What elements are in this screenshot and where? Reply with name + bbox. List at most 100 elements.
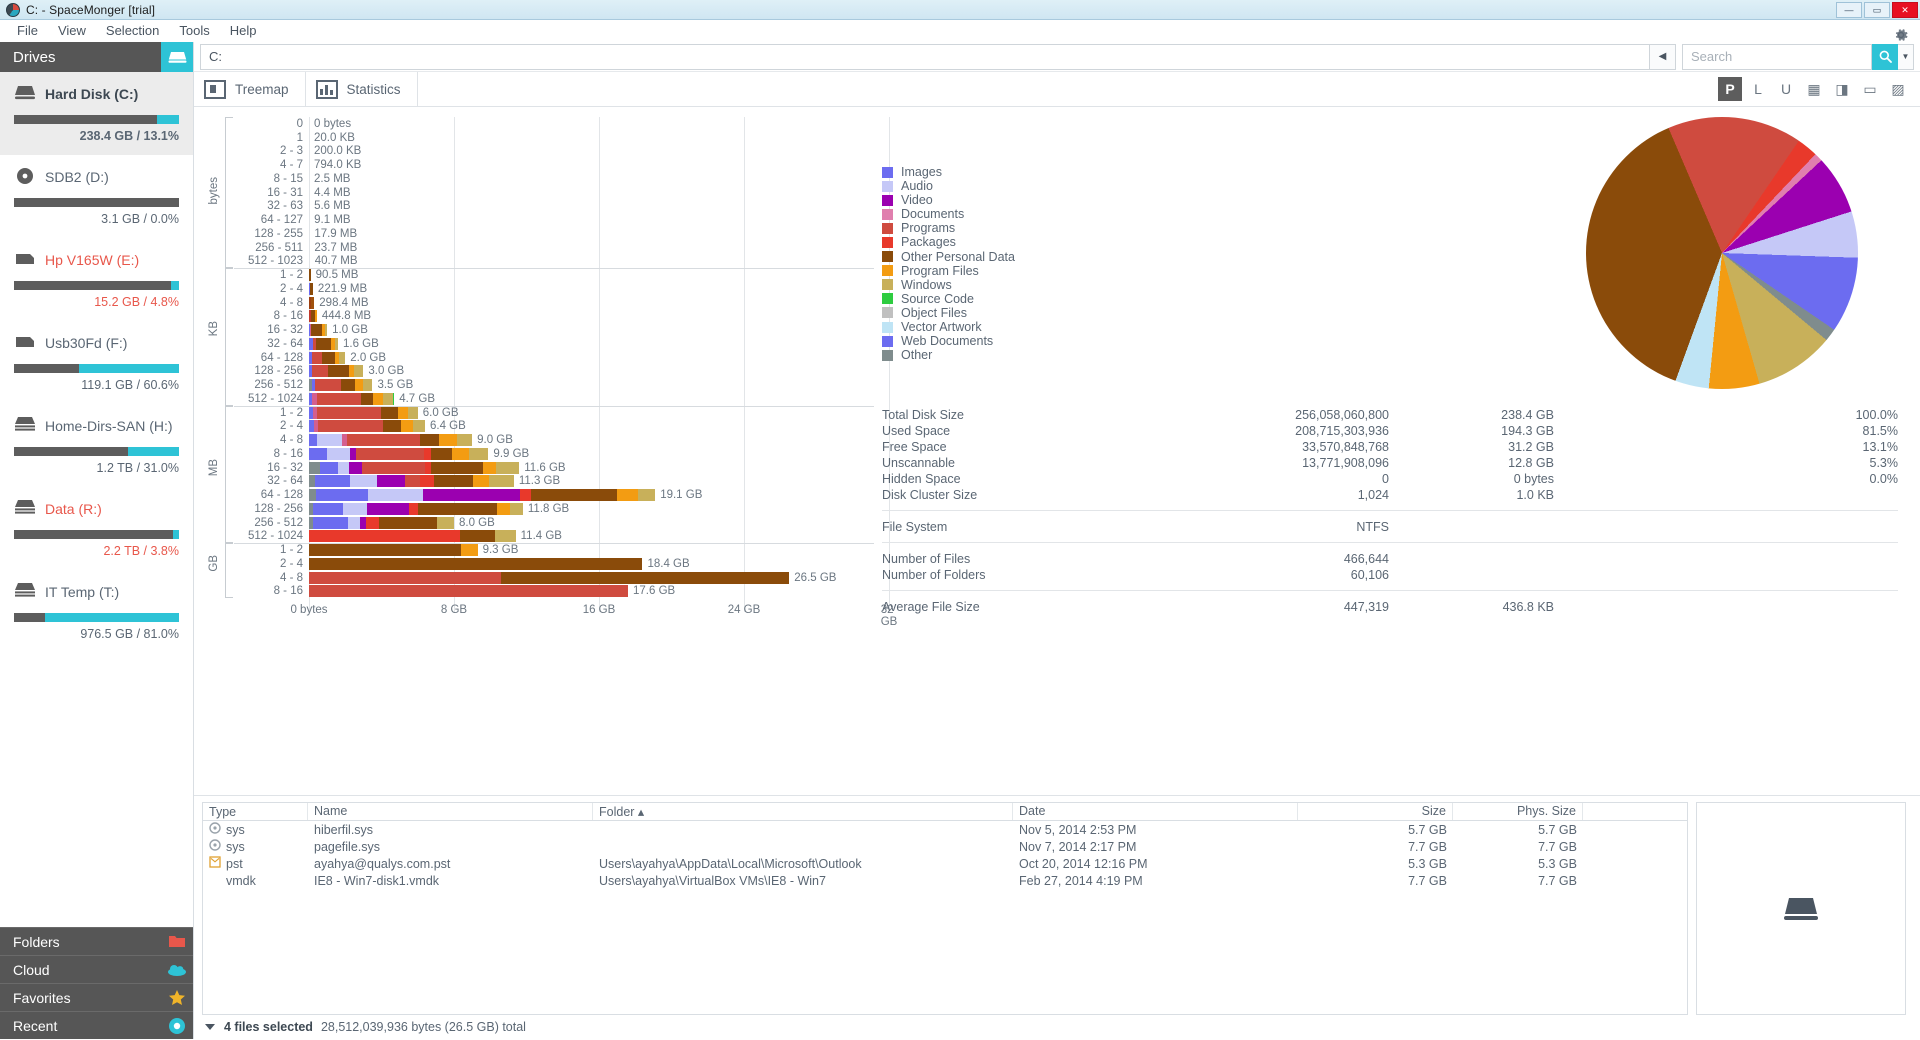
drives-panel-header[interactable]: Drives: [0, 42, 193, 72]
list-view-button[interactable]: L: [1746, 77, 1770, 101]
panel-toggle-button[interactable]: ▭: [1858, 77, 1882, 101]
histogram-row[interactable]: 64 - 1279.1 MB: [234, 213, 874, 227]
file-column-header-folder[interactable]: Folder ▴: [593, 803, 1013, 820]
histogram-row[interactable]: 256 - 5123.5 GB: [234, 378, 874, 392]
menu-item-tools[interactable]: Tools: [170, 20, 218, 41]
grid-view-button[interactable]: ▦: [1802, 77, 1826, 101]
legend-item[interactable]: Object Files: [882, 306, 1015, 320]
histogram-row[interactable]: 8 - 169.9 GB: [234, 447, 874, 461]
legend-item[interactable]: Documents: [882, 207, 1015, 221]
histogram-row[interactable]: 256 - 5128.0 GB: [234, 516, 874, 530]
histogram-row-value: 19.1 GB: [660, 489, 702, 501]
legend-item[interactable]: Source Code: [882, 292, 1015, 306]
histogram-row[interactable]: 64 - 12819.1 GB: [234, 488, 874, 502]
table-row[interactable]: syspagefile.sysNov 7, 2014 2:17 PM7.7 GB…: [203, 838, 1687, 855]
legend-item[interactable]: Video: [882, 193, 1015, 207]
sidebar-section-recent[interactable]: Recent: [0, 1011, 193, 1039]
drive-item-data-r-[interactable]: Data (R:)2.2 TB / 3.8%: [0, 487, 193, 570]
histogram-group-brace: [225, 268, 233, 406]
menu-item-selection[interactable]: Selection: [97, 20, 168, 41]
histogram-row[interactable]: 2 - 418.4 GB: [234, 557, 874, 571]
legend-item[interactable]: Images: [882, 165, 1015, 179]
histogram-row[interactable]: 128 - 25611.8 GB: [234, 502, 874, 516]
sidebar-section-folders[interactable]: Folders: [0, 927, 193, 955]
histogram-row[interactable]: 1 - 290.5 MB: [234, 268, 874, 282]
file-column-header-physsize[interactable]: Phys. Size: [1453, 803, 1583, 820]
histogram-row[interactable]: 2 - 3200.0 KB: [234, 145, 874, 159]
sidebar-section-cloud[interactable]: Cloud: [0, 955, 193, 983]
histogram-row[interactable]: 120.0 KB: [234, 131, 874, 145]
legend-item[interactable]: Other Personal Data: [882, 250, 1015, 264]
histogram-row[interactable]: 2 - 4221.9 MB: [234, 282, 874, 296]
table-row[interactable]: syshiberfil.sysNov 5, 2014 2:53 PM5.7 GB…: [203, 821, 1687, 838]
histogram-row[interactable]: 8 - 1617.6 GB: [234, 585, 874, 599]
histogram-rows: 00 bytes120.0 KB2 - 3200.0 KB4 - 7794.0 …: [234, 117, 874, 598]
drive-item-hard-disk-c-[interactable]: Hard Disk (C:)238.4 GB / 13.1%: [0, 72, 193, 155]
histogram-row[interactable]: 256 - 51123.7 MB: [234, 241, 874, 255]
legend-item[interactable]: Program Files: [882, 264, 1015, 278]
table-row[interactable]: vmdkIE8 - Win7-disk1.vmdkUsers\ayahya\Vi…: [203, 872, 1687, 889]
file-column-header-type[interactable]: Type: [203, 803, 308, 820]
statistics-percent: 0.0%: [1554, 472, 1898, 486]
hard-disk-icon: [14, 84, 36, 105]
legend-item[interactable]: Windows: [882, 278, 1015, 292]
histogram-row[interactable]: 16 - 314.4 MB: [234, 186, 874, 200]
chevron-down-icon[interactable]: ▼: [1898, 44, 1914, 70]
histogram-row[interactable]: 4 - 7794.0 KB: [234, 158, 874, 172]
histogram-row[interactable]: 512 - 102411.4 GB: [234, 530, 874, 544]
histogram-row[interactable]: 16 - 321.0 GB: [234, 323, 874, 337]
legend-item[interactable]: Vector Artwork: [882, 320, 1015, 334]
histogram-row[interactable]: 32 - 6411.3 GB: [234, 475, 874, 489]
legend-item[interactable]: Packages: [882, 235, 1015, 249]
histogram-row[interactable]: 128 - 2563.0 GB: [234, 365, 874, 379]
split-view-button[interactable]: ◨: [1830, 77, 1854, 101]
histogram-row[interactable]: 00 bytes: [234, 117, 874, 131]
drive-item-usb30fd-f-[interactable]: Usb30Fd (F:)119.1 GB / 60.6%: [0, 321, 193, 404]
usage-view-button[interactable]: U: [1774, 77, 1798, 101]
histogram-row[interactable]: 512 - 10244.7 GB: [234, 392, 874, 406]
menu-item-help[interactable]: Help: [221, 20, 266, 41]
table-row[interactable]: pstayahya@qualys.com.pstUsers\ayahya\App…: [203, 855, 1687, 872]
search-input[interactable]: Search: [1682, 44, 1872, 70]
minimize-button[interactable]: —: [1836, 2, 1862, 18]
menu-item-view[interactable]: View: [49, 20, 95, 41]
histogram-row[interactable]: 1 - 26.0 GB: [234, 406, 874, 420]
file-column-header-name[interactable]: Name: [308, 803, 593, 820]
tab-treemap[interactable]: Treemap: [194, 72, 306, 106]
pie-view-button[interactable]: P: [1718, 77, 1742, 101]
search-icon[interactable]: [1872, 44, 1898, 70]
histogram-row[interactable]: 128 - 25517.9 MB: [234, 227, 874, 241]
histogram-row[interactable]: 64 - 1282.0 GB: [234, 351, 874, 365]
histogram-row-label: 8 - 16: [234, 310, 309, 322]
sidebar-section-favorites[interactable]: Favorites: [0, 983, 193, 1011]
histogram-row[interactable]: 1 - 29.3 GB: [234, 543, 874, 557]
drive-item-home-dirs-san-h-[interactable]: Home-Dirs-SAN (H:)1.2 TB / 31.0%: [0, 404, 193, 487]
file-column-header-size[interactable]: Size: [1298, 803, 1453, 820]
tab-statistics[interactable]: Statistics: [306, 72, 418, 106]
histogram-row[interactable]: 32 - 641.6 GB: [234, 337, 874, 351]
drive-item-it-temp-t-[interactable]: IT Temp (T:)976.5 GB / 81.0%: [0, 570, 193, 653]
menu-item-file[interactable]: File: [8, 20, 47, 41]
maximize-button[interactable]: ▭: [1864, 2, 1890, 18]
file-column-header-date[interactable]: Date: [1013, 803, 1298, 820]
histogram-row[interactable]: 32 - 635.6 MB: [234, 200, 874, 214]
drive-item-hp-v165w-e-[interactable]: Hp V165W (E:)15.2 GB / 4.8%: [0, 238, 193, 321]
histogram-row[interactable]: 4 - 826.5 GB: [234, 571, 874, 585]
hatch-toggle-button[interactable]: ▨: [1886, 77, 1910, 101]
histogram-row[interactable]: 8 - 16444.8 MB: [234, 310, 874, 324]
back-arrow-icon[interactable]: ◀: [1650, 44, 1676, 70]
legend-item[interactable]: Programs: [882, 221, 1015, 235]
histogram-row[interactable]: 4 - 89.0 GB: [234, 433, 874, 447]
histogram-row-value: 3.0 GB: [368, 365, 404, 377]
legend-item[interactable]: Other: [882, 348, 1015, 362]
histogram-row[interactable]: 2 - 46.4 GB: [234, 420, 874, 434]
histogram-row[interactable]: 16 - 3211.6 GB: [234, 461, 874, 475]
drive-item-sdb2-d-[interactable]: SDB2 (D:)3.1 GB / 0.0%: [0, 155, 193, 238]
legend-item[interactable]: Web Documents: [882, 334, 1015, 348]
histogram-row[interactable]: 8 - 152.5 MB: [234, 172, 874, 186]
close-button[interactable]: ✕: [1892, 2, 1918, 18]
histogram-row[interactable]: 512 - 102340.7 MB: [234, 255, 874, 269]
legend-item[interactable]: Audio: [882, 179, 1015, 193]
histogram-row[interactable]: 4 - 8298.4 MB: [234, 296, 874, 310]
path-input[interactable]: C:: [200, 44, 1650, 70]
